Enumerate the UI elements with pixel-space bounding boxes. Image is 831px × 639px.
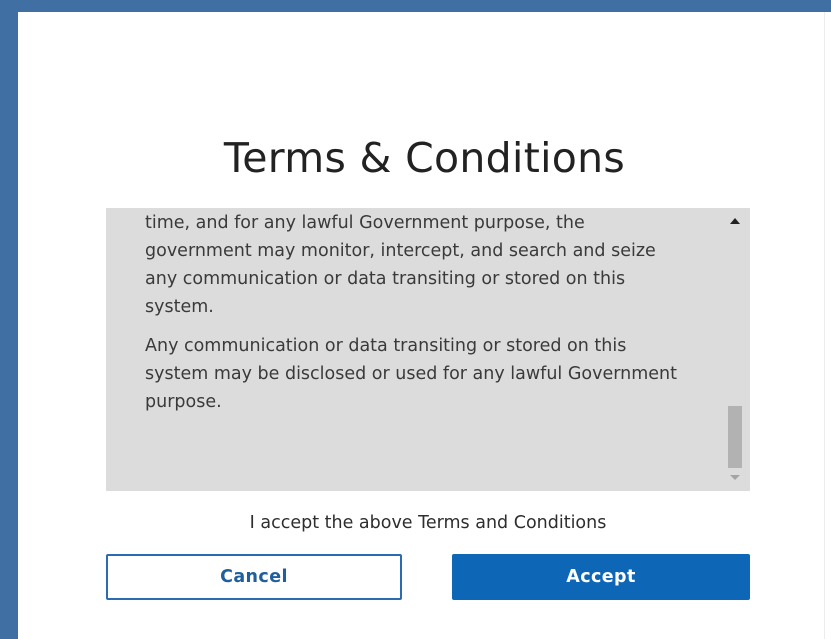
- terms-dialog: Terms & Conditions time, and for any law…: [18, 12, 831, 639]
- scroll-up-arrow-icon[interactable]: [730, 218, 740, 224]
- terms-scroll-box[interactable]: time, and for any lawful Government purp…: [106, 208, 750, 491]
- terms-content: time, and for any lawful Government purp…: [145, 208, 685, 416]
- scrollbar-thumb[interactable]: [728, 406, 742, 468]
- terms-paragraph: Any communication or data transiting or …: [145, 336, 677, 412]
- window-frame: [0, 0, 831, 12]
- accept-button[interactable]: Accept: [452, 554, 750, 600]
- dialog-title: Terms & Conditions: [223, 134, 626, 182]
- scroll-down-arrow-icon[interactable]: [730, 475, 740, 480]
- terms-scrollbar[interactable]: [720, 208, 750, 491]
- cancel-button[interactable]: Cancel: [106, 554, 402, 600]
- acceptance-statement: I accept the above Terms and Conditions: [249, 513, 607, 533]
- terms-paragraph: time, and for any lawful Government purp…: [145, 213, 656, 317]
- dialog-edge: [824, 12, 831, 639]
